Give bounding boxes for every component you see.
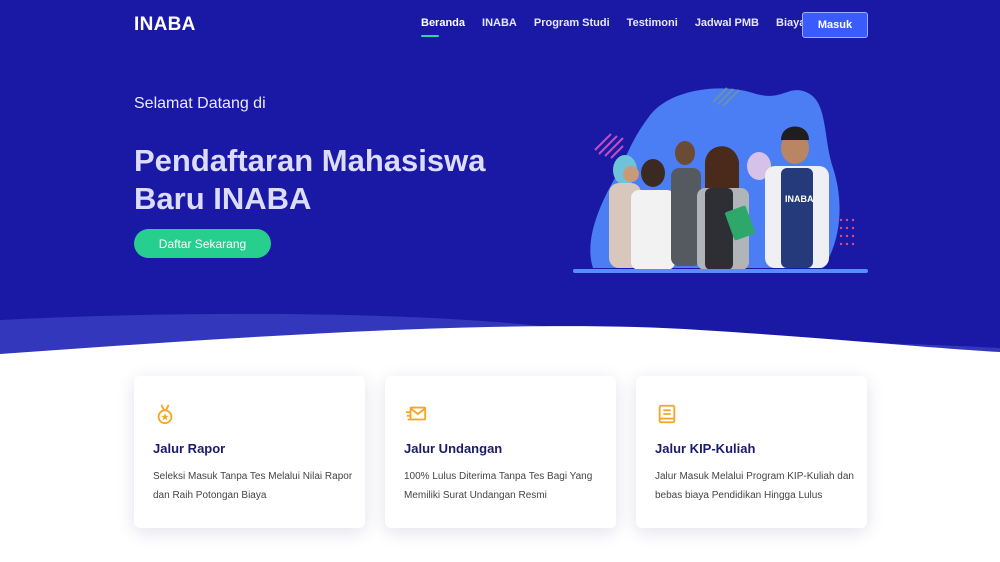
students-illustration: INABA (573, 87, 868, 273)
nav-link-inaba[interactable]: INABA (482, 17, 517, 29)
card-jalur-rapor[interactable]: Jalur Rapor Seleksi Masuk Tanpa Tes Mela… (134, 376, 365, 528)
medal-icon (157, 404, 173, 425)
hero-headline: Pendaftaran Mahasiswa Baru INABA (134, 143, 486, 216)
register-now-button[interactable]: Daftar Sekarang (134, 229, 271, 258)
welcome-text: Selamat Datang di (134, 95, 266, 112)
card-description: Jalur Masuk Melalui Program KIP-Kuliah d… (655, 471, 854, 501)
nav-link-testimoni[interactable]: Testimoni (627, 17, 678, 29)
navbar: INABA Beranda INABA Program Studi Testim… (0, 0, 1000, 50)
login-button[interactable]: Masuk (802, 12, 868, 38)
card-jalur-kip-kuliah[interactable]: Jalur KIP-Kuliah Jalur Masuk Melalui Pro… (636, 376, 867, 528)
card-jalur-undangan[interactable]: Jalur Undangan 100% Lulus Diterima Tanpa… (385, 376, 616, 528)
nav-links: Beranda INABA Program Studi Testimoni Ja… (421, 17, 822, 37)
hero-wave (0, 313, 1000, 360)
card-title: Jalur KIP-Kuliah (655, 441, 756, 456)
hero-section: INABA Beranda INABA Program Studi Testim… (0, 0, 1000, 360)
nav-link-beranda[interactable]: Beranda (421, 17, 465, 37)
svg-text:INABA: INABA (785, 194, 814, 204)
nav-link-jadwal-pmb[interactable]: Jadwal PMB (695, 17, 759, 29)
card-title: Jalur Rapor (153, 441, 226, 456)
card-title: Jalur Undangan (404, 441, 503, 456)
card-description: Seleksi Masuk Tanpa Tes Melalui Nilai Ra… (153, 471, 353, 501)
nav-link-biaya[interactable]: Biaya (776, 17, 805, 29)
card-description: 100% Lulus Diterima Tanpa Tes Bagi Yang … (404, 471, 593, 501)
book-icon (658, 404, 676, 424)
nav-link-program-studi[interactable]: Program Studi (534, 17, 610, 29)
brand-logo[interactable]: INABA (134, 14, 196, 36)
envelope-send-icon (405, 406, 427, 421)
